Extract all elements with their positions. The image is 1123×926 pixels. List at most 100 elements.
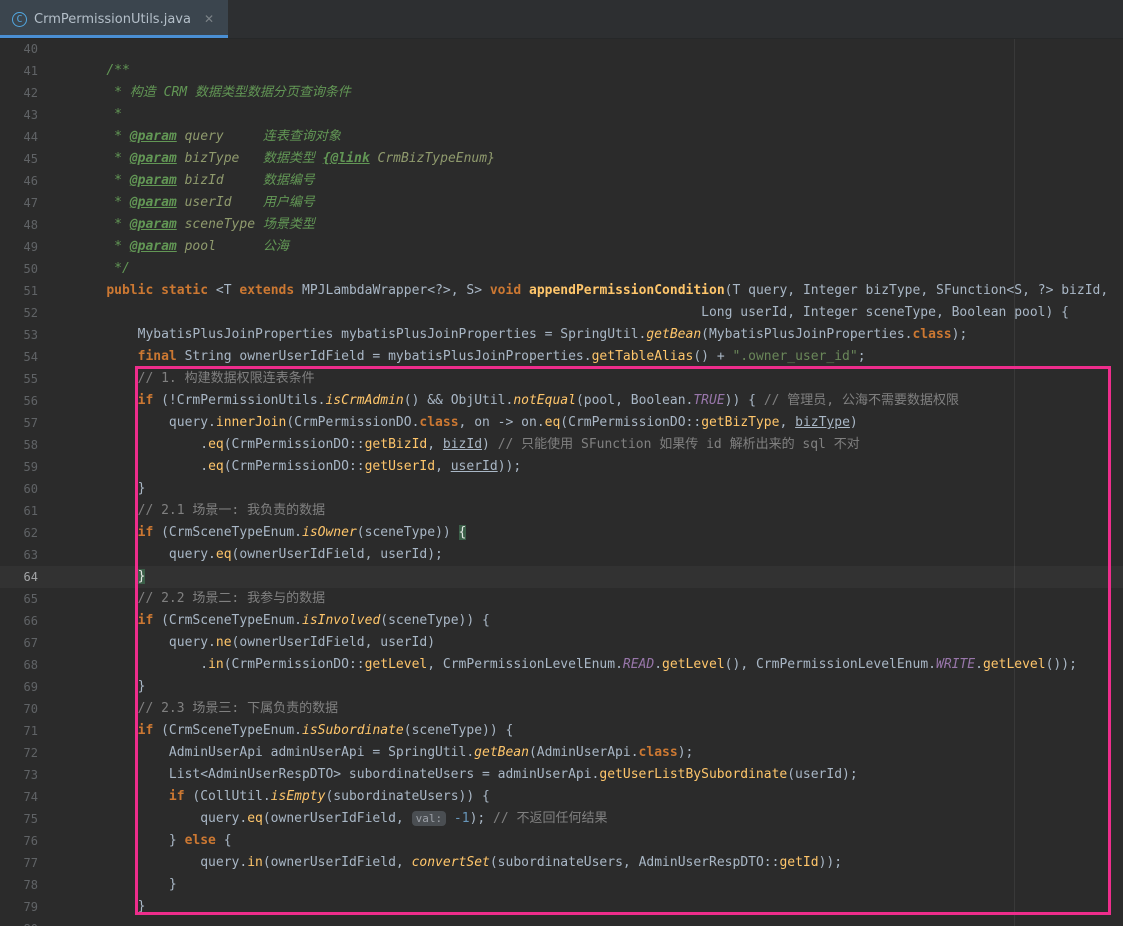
line-number[interactable]: 80: [0, 918, 38, 926]
code-line[interactable]: 60 }: [0, 478, 1123, 500]
line-number[interactable]: 64: [0, 566, 38, 588]
code-text[interactable]: public static <T extends MPJLambdaWrappe…: [75, 280, 1108, 302]
code-text[interactable]: List<AdminUserRespDTO> subordinateUsers …: [75, 764, 858, 786]
code-line[interactable]: 49 * @param pool 公海: [0, 236, 1123, 258]
line-number[interactable]: 58: [0, 434, 38, 456]
code-text[interactable]: if (!CrmPermissionUtils.isCrmAdmin() && …: [75, 390, 959, 412]
line-number[interactable]: 70: [0, 698, 38, 720]
line-number[interactable]: 72: [0, 742, 38, 764]
code-text[interactable]: }: [75, 566, 145, 588]
code-text[interactable]: * @param sceneType 场景类型: [75, 214, 315, 236]
code-line[interactable]: 71 if (CrmSceneTypeEnum.isSubordinate(sc…: [0, 720, 1123, 742]
code-line[interactable]: 64 }: [0, 566, 1123, 588]
line-number[interactable]: 69: [0, 676, 38, 698]
code-line[interactable]: 62 if (CrmSceneTypeEnum.isOwner(sceneTyp…: [0, 522, 1123, 544]
line-number[interactable]: 66: [0, 610, 38, 632]
line-number[interactable]: 51: [0, 280, 38, 302]
code-text[interactable]: * 构造 CRM 数据类型数据分页查询条件: [75, 82, 351, 104]
line-number[interactable]: 76: [0, 830, 38, 852]
code-line[interactable]: 70 // 2.3 场景三: 下属负责的数据: [0, 698, 1123, 720]
line-number[interactable]: 53: [0, 324, 38, 346]
code-line[interactable]: 72 AdminUserApi adminUserApi = SpringUti…: [0, 742, 1123, 764]
line-number[interactable]: 67: [0, 632, 38, 654]
code-line[interactable]: 79 }: [0, 896, 1123, 918]
code-text[interactable]: * @param pool 公海: [75, 236, 289, 258]
code-text[interactable]: MybatisPlusJoinProperties mybatisPlusJoi…: [75, 324, 967, 346]
code-line[interactable]: 67 query.ne(ownerUserIdField, userId): [0, 632, 1123, 654]
code-line[interactable]: 53 MybatisPlusJoinProperties mybatisPlus…: [0, 324, 1123, 346]
line-number[interactable]: 73: [0, 764, 38, 786]
line-number[interactable]: 54: [0, 346, 38, 368]
line-number[interactable]: 77: [0, 852, 38, 874]
code-text[interactable]: final String ownerUserIdField = mybatisP…: [75, 346, 866, 368]
code-text[interactable]: }: [75, 896, 145, 918]
code-line[interactable]: 59 .eq(CrmPermissionDO::getUserId, userI…: [0, 456, 1123, 478]
code-text[interactable]: }: [75, 676, 145, 698]
code-line[interactable]: 66 if (CrmSceneTypeEnum.isInvolved(scene…: [0, 610, 1123, 632]
code-line[interactable]: 48 * @param sceneType 场景类型: [0, 214, 1123, 236]
line-number[interactable]: 45: [0, 148, 38, 170]
code-text[interactable]: .eq(CrmPermissionDO::getBizId, bizId) //…: [75, 434, 860, 456]
code-line[interactable]: 41 /**: [0, 60, 1123, 82]
code-text[interactable]: // 2.2 场景二: 我参与的数据: [75, 588, 325, 610]
code-text[interactable]: if (CrmSceneTypeEnum.isOwner(sceneType))…: [75, 522, 466, 544]
line-number[interactable]: 55: [0, 368, 38, 390]
line-number[interactable]: 60: [0, 478, 38, 500]
code-text[interactable]: if (CollUtil.isEmpty(subordinateUsers)) …: [75, 786, 490, 808]
line-number[interactable]: 79: [0, 896, 38, 918]
line-number[interactable]: 65: [0, 588, 38, 610]
code-text[interactable]: // 2.1 场景一: 我负责的数据: [75, 500, 325, 522]
code-text[interactable]: query.ne(ownerUserIdField, userId): [75, 632, 435, 654]
line-number[interactable]: 68: [0, 654, 38, 676]
line-number[interactable]: 48: [0, 214, 38, 236]
line-number[interactable]: 44: [0, 126, 38, 148]
code-line[interactable]: 73 List<AdminUserRespDTO> subordinateUse…: [0, 764, 1123, 786]
code-text[interactable]: }: [75, 874, 177, 896]
code-line[interactable]: 52 Long userId, Integer sceneType, Boole…: [0, 302, 1123, 324]
code-text[interactable]: // 2.3 场景三: 下属负责的数据: [75, 698, 338, 720]
code-text[interactable]: // 1. 构建数据权限连表条件: [75, 368, 315, 390]
line-number[interactable]: 71: [0, 720, 38, 742]
code-text[interactable]: .eq(CrmPermissionDO::getUserId, userId))…: [75, 456, 521, 478]
code-text[interactable]: query.in(ownerUserIdField, convertSet(su…: [75, 852, 842, 874]
code-text[interactable]: if (CrmSceneTypeEnum.isSubordinate(scene…: [75, 720, 513, 742]
code-line[interactable]: 57 query.innerJoin(CrmPermissionDO.class…: [0, 412, 1123, 434]
tab-crmpermissionutils-java[interactable]: C CrmPermissionUtils.java ✕: [0, 0, 228, 38]
code-text[interactable]: /**: [75, 60, 130, 82]
code-line[interactable]: 45 * @param bizType 数据类型 {@link CrmBizTy…: [0, 148, 1123, 170]
line-number[interactable]: 40: [0, 38, 38, 60]
line-number[interactable]: 46: [0, 170, 38, 192]
code-text[interactable]: query.innerJoin(CrmPermissionDO.class, o…: [75, 412, 858, 434]
code-text[interactable]: * @param bizId 数据编号: [75, 170, 315, 192]
code-line[interactable]: 58 .eq(CrmPermissionDO::getBizId, bizId)…: [0, 434, 1123, 456]
code-line[interactable]: 76 } else {: [0, 830, 1123, 852]
line-number[interactable]: 74: [0, 786, 38, 808]
line-number[interactable]: 50: [0, 258, 38, 280]
code-line[interactable]: 68 .in(CrmPermissionDO::getLevel, CrmPer…: [0, 654, 1123, 676]
line-number[interactable]: 61: [0, 500, 38, 522]
code-line[interactable]: 44 * @param query 连表查询对象: [0, 126, 1123, 148]
line-number[interactable]: 52: [0, 302, 38, 324]
code-line[interactable]: 56 if (!CrmPermissionUtils.isCrmAdmin() …: [0, 390, 1123, 412]
line-number[interactable]: 59: [0, 456, 38, 478]
line-number[interactable]: 43: [0, 104, 38, 126]
line-number[interactable]: 75: [0, 808, 38, 830]
code-line[interactable]: 65 // 2.2 场景二: 我参与的数据: [0, 588, 1123, 610]
code-line[interactable]: 54 final String ownerUserIdField = mybat…: [0, 346, 1123, 368]
code-line[interactable]: 51 public static <T extends MPJLambdaWra…: [0, 280, 1123, 302]
line-number[interactable]: 47: [0, 192, 38, 214]
code-line[interactable]: 40: [0, 38, 1123, 60]
code-line[interactable]: 74 if (CollUtil.isEmpty(subordinateUsers…: [0, 786, 1123, 808]
line-number[interactable]: 63: [0, 544, 38, 566]
code-line[interactable]: 78 }: [0, 874, 1123, 896]
line-number[interactable]: 42: [0, 82, 38, 104]
code-editor[interactable]: 4041 /**42 * 构造 CRM 数据类型数据分页查询条件43 *44 *…: [0, 38, 1123, 926]
code-line[interactable]: 46 * @param bizId 数据编号: [0, 170, 1123, 192]
code-line[interactable]: 43 *: [0, 104, 1123, 126]
code-line[interactable]: 69 }: [0, 676, 1123, 698]
code-text[interactable]: } else {: [75, 830, 232, 852]
code-line[interactable]: 50 */: [0, 258, 1123, 280]
code-text[interactable]: query.eq(ownerUserIdField, userId);: [75, 544, 443, 566]
code-line[interactable]: 55 // 1. 构建数据权限连表条件: [0, 368, 1123, 390]
code-line[interactable]: 63 query.eq(ownerUserIdField, userId);: [0, 544, 1123, 566]
